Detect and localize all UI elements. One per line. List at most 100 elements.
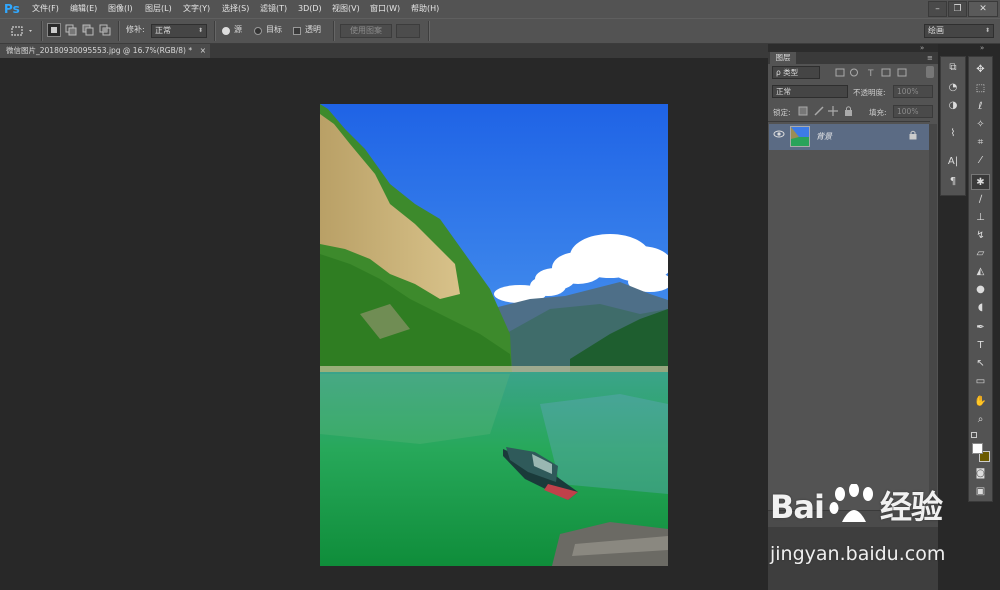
layer-thumbnail [790, 126, 810, 147]
subtract-selection-button[interactable] [81, 23, 95, 37]
opacity-input[interactable]: 100% [893, 85, 933, 98]
move-tool-icon[interactable]: ✥ [971, 62, 990, 78]
smart-object-filter-icon [897, 68, 907, 77]
minimize-button[interactable]: – [928, 1, 947, 17]
hand-tool-icon[interactable]: ✋ [971, 394, 990, 410]
separator [214, 21, 216, 41]
separator [428, 21, 430, 41]
path-select-icon[interactable]: ↖ [971, 356, 990, 372]
expand-tools-icon[interactable]: » [980, 44, 984, 52]
zoom-tool-icon[interactable]: ⌕ [971, 412, 990, 428]
subtract-selection-icon [82, 24, 94, 36]
restore-button[interactable]: ❐ [948, 1, 967, 17]
marquee-tool-icon[interactable]: ⬚ [971, 81, 990, 97]
target-label: 目标 [266, 25, 282, 34]
paragraph-panel-icon[interactable]: ¶ [943, 174, 963, 190]
layers-scrollbar[interactable] [929, 124, 937, 510]
fill-label: 填充: [869, 108, 887, 117]
watermark-url: jingyan.baidu.com [770, 543, 946, 565]
fill-input[interactable]: 100% [893, 105, 933, 118]
collapse-panels-icon[interactable]: » [920, 44, 924, 52]
tool-preset-picker[interactable] [8, 24, 34, 38]
menu-image[interactable]: 图像(I) [108, 0, 133, 18]
menu-file[interactable]: 文件(F) [32, 0, 59, 18]
eraser-icon[interactable]: ▱ [971, 246, 990, 262]
blur-tool-icon[interactable]: ● [971, 282, 990, 298]
lock-label: 锁定: [773, 108, 791, 117]
lasso-tool-icon[interactable]: ℓ [971, 99, 990, 115]
chevron-updown-icon: ⬍ [197, 27, 203, 34]
pattern-picker[interactable] [396, 24, 420, 38]
separator [118, 21, 120, 41]
menu-layer[interactable]: 图层(L) [145, 0, 172, 18]
opacity-label: 不透明度: [853, 88, 886, 97]
menu-3d[interactable]: 3D(D) [298, 0, 322, 18]
adjustments-panel-icon[interactable]: ◑ [943, 98, 963, 114]
menu-select[interactable]: 选择(S) [222, 0, 249, 18]
magic-wand-icon[interactable]: ✧ [971, 117, 990, 133]
close-window-button[interactable]: ✕ [968, 1, 998, 17]
watermark-logo: Bai 经验 [770, 482, 943, 528]
menu-help[interactable]: 帮助(H) [411, 0, 439, 18]
panel-collapse-bar[interactable] [768, 44, 938, 52]
menu-window[interactable]: 窗口(W) [370, 0, 400, 18]
workspace-value: 绘画 [928, 26, 944, 35]
repair-mode-dropdown[interactable]: 正常 ⬍ [151, 24, 207, 38]
tab-layers[interactable]: 图层 [770, 52, 796, 64]
dodge-tool-icon[interactable]: ◖ [971, 300, 990, 316]
target-radio[interactable] [254, 27, 262, 35]
crop-tool-icon[interactable]: ⌗ [971, 135, 990, 151]
close-tab-icon[interactable]: × [200, 44, 206, 58]
quick-mask-icon[interactable]: ◙ [971, 466, 990, 482]
document-title: 微信图片_20180930095553.jpg @ 16.7%(RGB/8) * [6, 46, 193, 55]
patch-tool-icon[interactable]: ✱ [971, 174, 990, 190]
transparent-checkbox[interactable] [293, 27, 301, 35]
document-tab[interactable]: 微信图片_20180930095553.jpg @ 16.7%(RGB/8) *… [0, 44, 210, 58]
blend-mode-dropdown[interactable]: 正常 [772, 85, 848, 98]
type-tool-icon[interactable]: T [971, 338, 990, 354]
chevron-updown-icon: ⬍ [984, 27, 990, 34]
menu-edit[interactable]: 编辑(E) [70, 0, 97, 18]
lock-pixels-icon [814, 106, 824, 116]
stamp-tool-icon[interactable]: ⊥ [971, 210, 990, 226]
adjustment-filter-icon [850, 68, 858, 77]
pen-tool-icon[interactable]: ✒ [971, 320, 990, 336]
lock-all-icon [845, 110, 852, 116]
filter-toggle[interactable] [926, 66, 934, 78]
menu-filter[interactable]: 滤镜(T) [260, 0, 287, 18]
lock-options[interactable] [797, 105, 857, 117]
history-panel-icon[interactable]: ⧉ [943, 60, 963, 76]
pixel-filter-icon [835, 68, 845, 77]
brush-panel-icon[interactable]: ⌇ [943, 126, 963, 142]
intersect-selection-button[interactable] [98, 23, 112, 37]
screen-mode-icon[interactable]: ▣ [971, 484, 990, 500]
blend-mode-value: 正常 [776, 87, 791, 96]
color-panel-icon[interactable]: ◔ [943, 80, 963, 96]
character-panel-icon[interactable]: A| [943, 154, 963, 170]
layer-filter-icons: T [834, 66, 924, 79]
brush-tool-icon[interactable]: ∕ [971, 192, 990, 208]
paint-bucket-icon[interactable]: ◭ [971, 264, 990, 280]
separator [333, 21, 335, 41]
layer-name[interactable]: 背景 [816, 131, 832, 142]
divider [768, 121, 930, 122]
default-colors-icon[interactable] [971, 432, 977, 438]
lock-icon [908, 130, 918, 140]
workspace-dropdown[interactable]: 绘画 ⬍ [924, 24, 994, 38]
history-brush-icon[interactable]: ↯ [971, 228, 990, 244]
eye-icon[interactable] [772, 129, 786, 139]
transparent-label: 透明 [305, 25, 321, 34]
new-selection-button[interactable] [47, 23, 61, 37]
add-selection-button[interactable] [64, 23, 78, 37]
use-pattern-button[interactable]: 使用图案 [340, 24, 392, 38]
panel-menu-icon[interactable]: ≡ [927, 54, 935, 62]
foreground-color-swatch[interactable] [972, 443, 983, 454]
eyedropper-icon[interactable]: ⁄ [971, 153, 990, 169]
shape-filter-icon [881, 68, 891, 77]
layer-filter-dropdown[interactable]: ρ 类型 [772, 66, 820, 79]
menu-type[interactable]: 文字(Y) [183, 0, 210, 18]
shape-tool-icon[interactable]: ▭ [971, 374, 990, 390]
menu-view[interactable]: 视图(V) [332, 0, 360, 18]
document-image[interactable] [320, 104, 668, 566]
source-radio[interactable] [222, 27, 230, 35]
